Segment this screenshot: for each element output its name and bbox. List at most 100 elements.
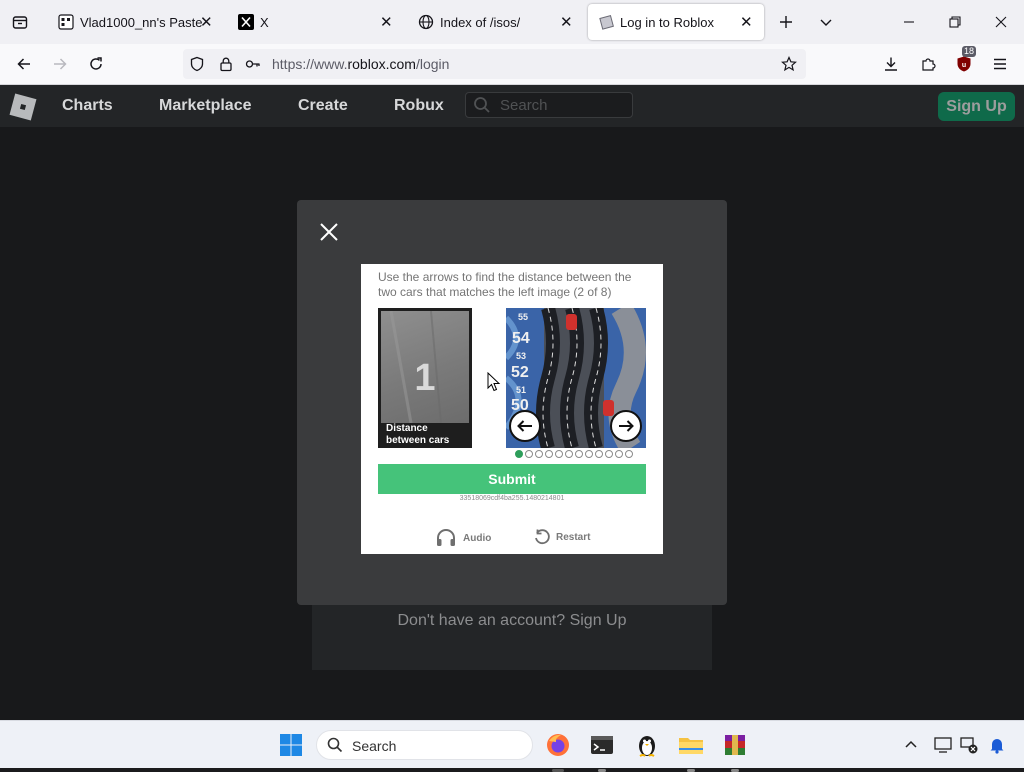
taskbar-search[interactable]: Search (316, 730, 533, 760)
tab-roblox-login[interactable]: Log in to Roblox ✕ (588, 4, 764, 40)
tab-pastebin[interactable]: Vlad1000_nn's Pastebin ✕ (46, 0, 222, 44)
downloads-button[interactable] (877, 50, 905, 78)
star-bookmark-icon[interactable] (781, 56, 797, 77)
show-hidden-icons-button[interactable] (896, 730, 926, 760)
network-disconnected-icon (960, 737, 978, 754)
previous-arrow-button[interactable] (509, 410, 541, 442)
tab-title: Index of /isos/ (440, 14, 521, 30)
page-dot (625, 450, 633, 458)
forward-button[interactable] (46, 50, 74, 78)
tab-index-isos[interactable]: Index of /isos/ ✕ (406, 0, 582, 44)
restore-icon (949, 16, 961, 28)
terminal-icon (591, 736, 613, 754)
roblox-favicon-icon (598, 14, 614, 30)
tab-title: Log in to Roblox (620, 14, 714, 30)
start-button[interactable] (276, 730, 306, 760)
taskbar-file-explorer[interactable] (676, 730, 706, 772)
page-dot (555, 450, 563, 458)
minimize-icon (904, 21, 914, 23)
pastebin-icon (58, 14, 74, 30)
plus-icon (780, 16, 792, 28)
notifications-button[interactable] (982, 730, 1012, 760)
close-icon[interactable] (319, 222, 339, 242)
folder-icon (679, 738, 703, 754)
close-tab-icon[interactable]: ✕ (740, 15, 753, 30)
nav-charts[interactable]: Charts (62, 97, 113, 115)
tab-title: X (260, 14, 269, 30)
taskbar-firefox[interactable] (543, 730, 573, 772)
track-number: 52 (511, 364, 529, 381)
url-prefix: https://www. (272, 56, 348, 72)
no-account-signup-link[interactable]: Don't have an account? Sign Up (312, 612, 712, 630)
winrar-icon (725, 735, 745, 755)
download-icon (885, 57, 897, 71)
reload-button[interactable] (82, 50, 110, 78)
ublock-extension-button[interactable]: u 18 (950, 46, 978, 78)
submit-button[interactable]: Submit (378, 464, 646, 494)
firefox-icon (547, 734, 569, 756)
track-number: 53 (516, 351, 527, 361)
signup-button[interactable]: Sign Up (938, 92, 1015, 121)
restart-button[interactable]: Restart (533, 528, 590, 546)
ublock-shield-icon: u (957, 56, 971, 72)
search-icon (327, 737, 343, 758)
tab-x[interactable]: X ✕ (226, 0, 402, 44)
search-icon (473, 96, 491, 119)
page-indicator (515, 450, 633, 460)
penguin-icon (639, 736, 655, 757)
restore-button[interactable] (941, 8, 969, 36)
globe-icon (418, 14, 434, 30)
network-tray-button[interactable] (954, 730, 984, 760)
captcha-instruction: Use the arrows to find the distance betw… (378, 270, 632, 299)
taskbar-search-label: Search (352, 738, 397, 754)
display-icon (934, 737, 952, 753)
back-button[interactable] (10, 50, 38, 78)
page-dot (615, 450, 623, 458)
chevron-down-icon (820, 19, 832, 26)
x-logo-icon (238, 14, 254, 30)
close-window-button[interactable] (987, 8, 1015, 36)
arrow-left-icon (17, 58, 30, 70)
reference-number: 1 (414, 357, 436, 399)
new-tab-button[interactable] (772, 8, 800, 36)
browser-tab-strip: Vlad1000_nn's Pastebin ✕ X ✕ Index of /i… (0, 0, 1024, 44)
roblox-logo-icon[interactable] (8, 92, 38, 127)
search-input[interactable] (498, 96, 622, 115)
extensions-button[interactable] (914, 50, 942, 78)
close-tab-icon[interactable]: ✕ (200, 15, 213, 30)
nav-robux[interactable]: Robux (394, 97, 444, 115)
minimize-button[interactable] (895, 8, 923, 36)
close-tab-icon[interactable]: ✕ (560, 15, 573, 30)
url-bar[interactable]: https://www.roblox.com/login (183, 49, 806, 79)
taskbar-winrar[interactable] (720, 730, 750, 772)
url-domain: roblox.com (347, 56, 416, 72)
url-path: /login (415, 56, 450, 72)
nav-marketplace[interactable]: Marketplace (159, 97, 252, 115)
firefox-view-button[interactable] (6, 8, 34, 36)
page-dot (565, 450, 573, 458)
hamburger-menu-icon (994, 58, 1006, 70)
reference-caption: Distance between cars (386, 423, 450, 446)
app-menu-button[interactable] (986, 50, 1014, 78)
nav-create[interactable]: Create (298, 97, 348, 115)
shield-icon[interactable] (189, 56, 205, 77)
page-dot (585, 450, 593, 458)
taskbar-penguin-app[interactable] (632, 730, 662, 760)
captcha-challenge: Use the arrows to find the distance betw… (361, 264, 663, 554)
roblox-search-box[interactable] (465, 92, 633, 118)
close-tab-icon[interactable]: ✕ (380, 15, 393, 30)
reload-icon (90, 57, 102, 70)
key-icon[interactable] (245, 56, 261, 77)
lock-icon[interactable] (218, 56, 234, 77)
tab-title: Vlad1000_nn's Pastebin (80, 14, 202, 30)
list-all-tabs-button[interactable] (812, 8, 840, 36)
audio-button[interactable]: Audio (435, 528, 491, 548)
taskbar-terminal[interactable] (587, 730, 617, 772)
arrow-left-icon (517, 420, 532, 432)
restart-icon (535, 529, 550, 545)
roblox-header: Charts Marketplace Create Robux Sign Up (0, 85, 1024, 127)
navigation-toolbar: https://www.roblox.com/login u 18 (0, 44, 1024, 85)
page-dot (575, 450, 583, 458)
signup-prompt-card: Don't have an account? Sign Up (312, 600, 712, 670)
next-arrow-button[interactable] (610, 410, 642, 442)
